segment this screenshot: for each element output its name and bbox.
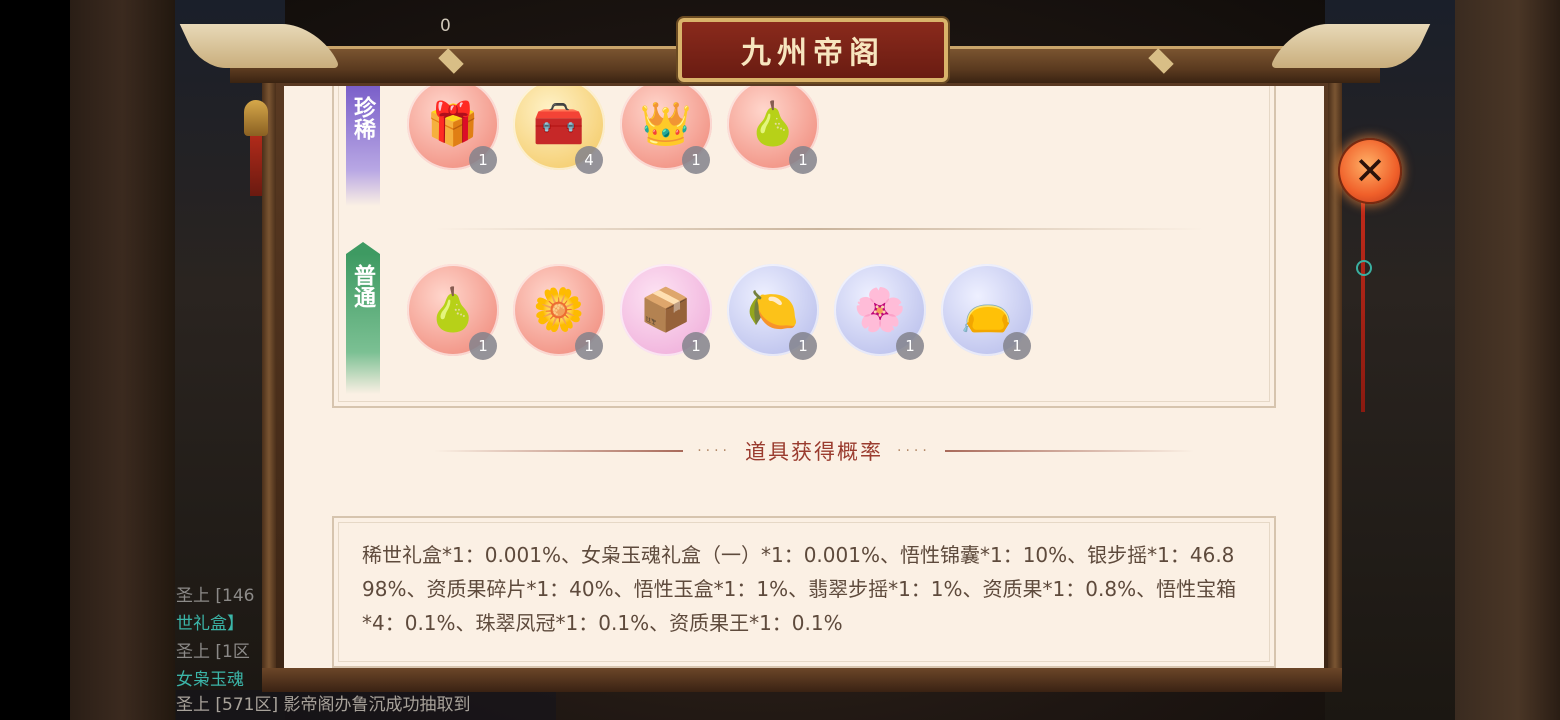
tier-label: 普通 [350, 264, 376, 308]
jade-box-icon: 📦 [639, 285, 693, 334]
bell-tassel [250, 136, 262, 196]
hanging-bell-icon [244, 100, 268, 136]
item-count-badge: 1 [682, 332, 710, 360]
title-plaque: 九州帝阁 [678, 18, 948, 82]
close-icon: ✕ [1354, 149, 1386, 193]
modal-title: 九州帝阁 [741, 36, 885, 71]
left-border-panel [70, 0, 175, 720]
item-count-badge: 1 [575, 332, 603, 360]
item-count-badge: 1 [469, 332, 497, 360]
close-button[interactable]: ✕ [1338, 138, 1402, 204]
jade-hairpin-icon: 🌼 [532, 285, 586, 334]
roof-tip-left [179, 24, 341, 68]
tier-banner-rare: 珍稀 [346, 86, 380, 206]
roof-tip-right [1269, 24, 1431, 68]
reward-item[interactable]: 🌼 1 [513, 264, 605, 360]
heading-dots-right: ···· [897, 443, 931, 459]
tier-banner-common: 普通 [346, 242, 380, 394]
fruit-fragment-icon: 🍋 [746, 285, 800, 334]
pouch-icon: 👝 [960, 285, 1014, 334]
modal-content: 珍稀 🎁 1 🧰 4 👑 1 🍐 1 普通 🍐 1 🌼 1 📦 1 🍋 1 🌸 … [284, 86, 1324, 668]
golden-fruit-icon: 🍐 [426, 285, 480, 334]
reward-item[interactable]: 🌸 1 [834, 264, 926, 360]
item-count-badge: 1 [896, 332, 924, 360]
item-count-badge: 4 [575, 146, 603, 174]
reward-item[interactable]: 🧰 4 [513, 86, 605, 174]
probability-text: 稀世礼盒*1：0.001%、女枭玉魂礼盒（一）*1：0.001%、悟性锦囊*1：… [362, 543, 1237, 635]
lantern-tassel [1361, 202, 1365, 412]
item-count-badge: 1 [682, 146, 710, 174]
heading-dots-left: ···· [697, 443, 731, 459]
frame-bottom-beam [262, 668, 1342, 692]
tier-label: 珍稀 [350, 96, 376, 140]
item-count-badge: 1 [789, 332, 817, 360]
phoenix-crown-icon: 👑 [639, 99, 693, 148]
frame-pillar-left [262, 62, 276, 692]
treasure-chest-icon: 🧰 [532, 99, 586, 148]
tier-divider [434, 228, 1204, 230]
reward-item[interactable]: 👝 1 [941, 264, 1033, 360]
item-count-badge: 1 [1003, 332, 1031, 360]
reward-item[interactable]: 🍐 1 [727, 86, 819, 174]
gift-box-icon: 🎁 [426, 99, 480, 148]
scene-wall-right [1325, 0, 1455, 720]
probability-heading: 道具获得概率 [745, 440, 883, 464]
probability-box: 稀世礼盒*1：0.001%、女枭玉魂礼盒（一）*1：0.001%、悟性锦囊*1：… [332, 516, 1276, 668]
item-count-badge: 1 [469, 146, 497, 174]
reward-item[interactable]: 🍋 1 [727, 264, 819, 360]
reward-item[interactable]: 👑 1 [620, 86, 712, 174]
right-border-panel [1455, 0, 1560, 720]
golden-fruit-king-icon: 🍐 [746, 99, 800, 148]
reward-item[interactable]: 🍐 1 [407, 264, 499, 360]
silver-hairpin-icon: 🌸 [853, 285, 907, 334]
chat-ticker: 圣上 [571区] 影帝阁办鲁沉成功抽取到 [176, 690, 556, 720]
reward-item[interactable]: 🎁 1 [407, 86, 499, 174]
reward-item[interactable]: 📦 1 [620, 264, 712, 360]
heading-rule-left [434, 450, 684, 452]
heading-rule-right [944, 450, 1194, 452]
item-count-badge: 1 [789, 146, 817, 174]
probability-heading-row: ···· 道具获得概率 ···· [434, 436, 1194, 466]
tassel-ring [1356, 260, 1372, 276]
